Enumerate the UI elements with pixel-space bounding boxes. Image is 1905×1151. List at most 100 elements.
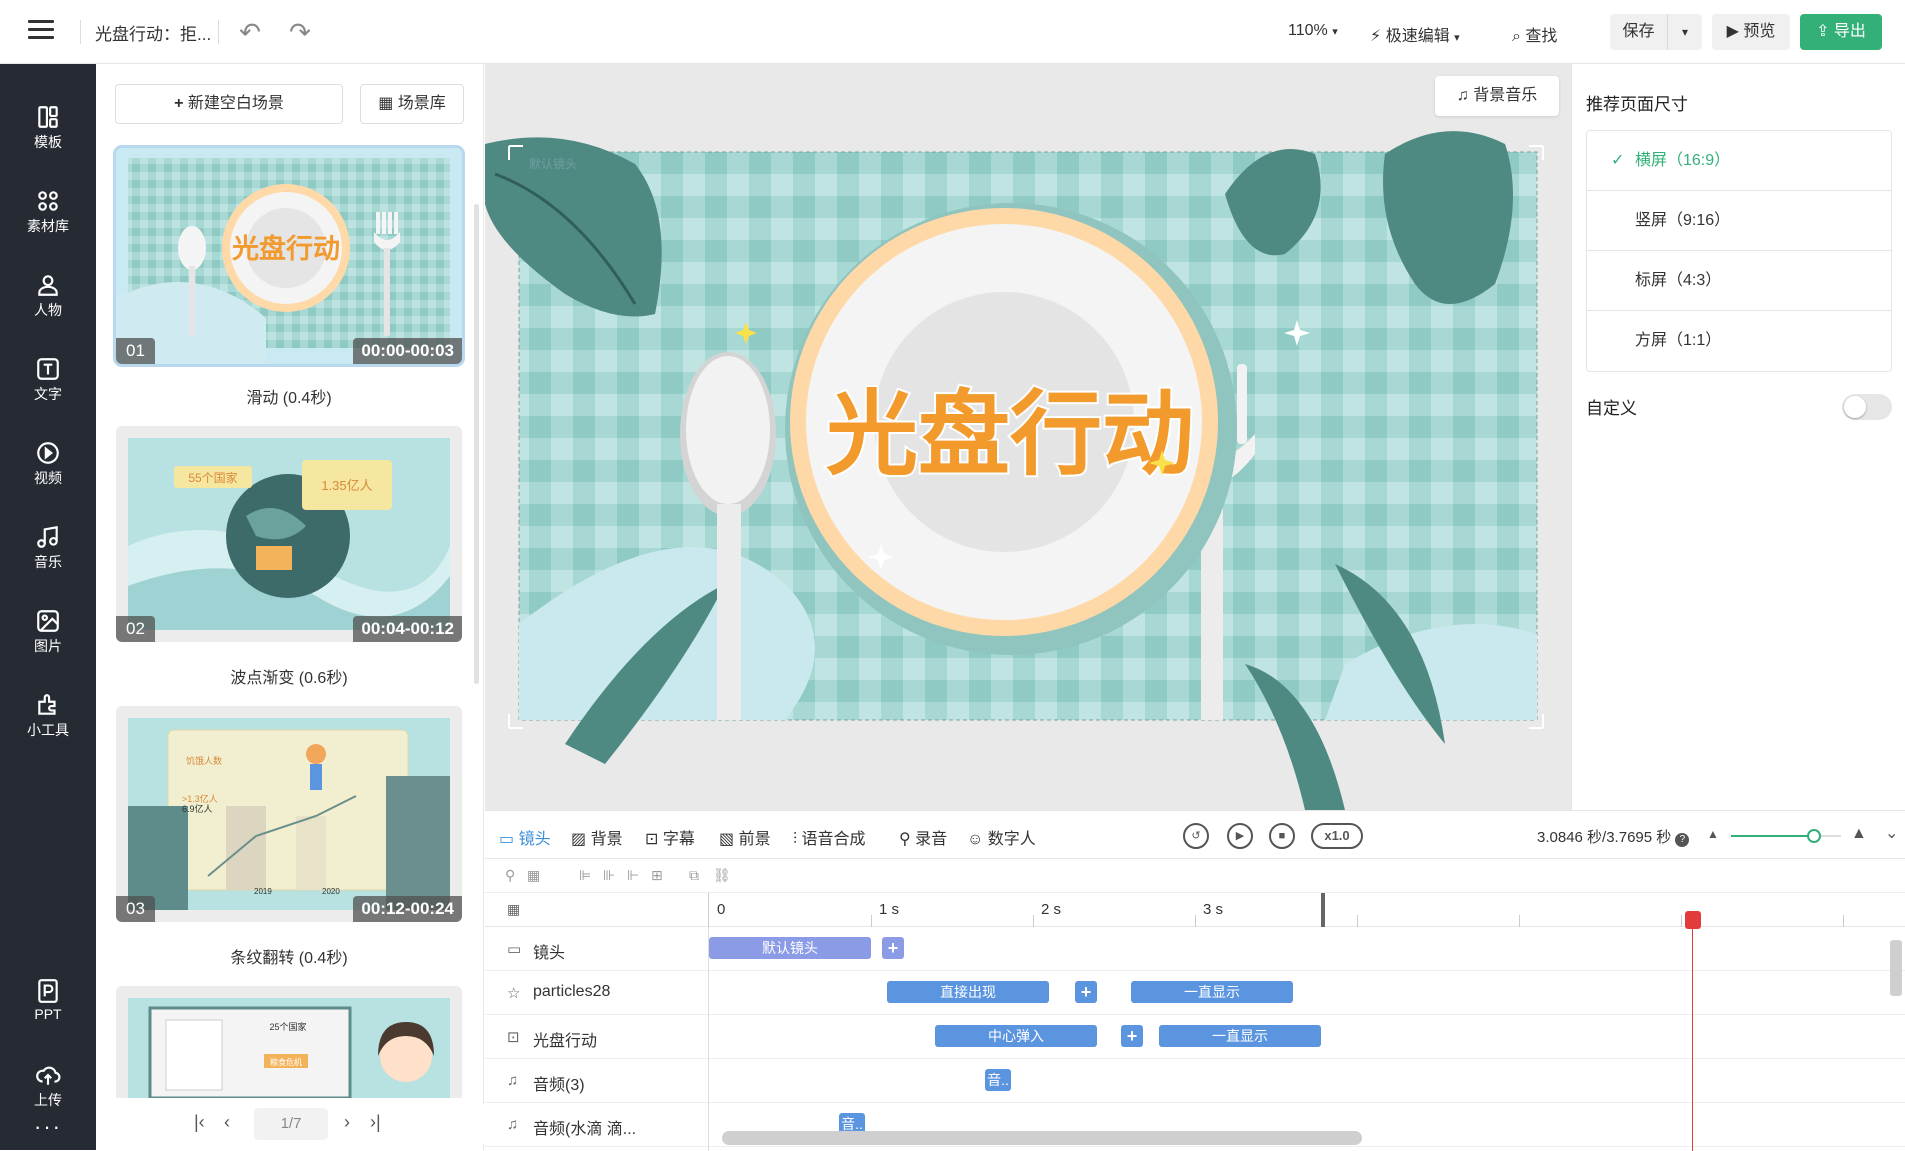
zoom-out-icon[interactable]: ▲	[1707, 827, 1719, 841]
scene-thumb-1[interactable]: 光盘行动 01 00:00-00:03	[113, 145, 465, 367]
timeline-zoom-slider[interactable]	[1731, 829, 1841, 843]
top-bar: 光盘行动：拒... ↶ ↷ 110% ▾ ⚡ 极速编辑 ▾ ⌕ 查找 保存 ▾ …	[0, 0, 1905, 64]
fast-edit-dropdown[interactable]: ⚡ 极速编辑 ▾	[1370, 22, 1460, 46]
custom-size-toggle[interactable]	[1842, 394, 1892, 420]
zoom-in-icon[interactable]: ▲	[1851, 825, 1867, 843]
toggle-knob	[1844, 396, 1866, 418]
add-animation-button[interactable]: +	[1121, 1025, 1143, 1047]
scene-thumb-4[interactable]: 25个国家 粮食危机	[116, 986, 462, 1098]
save-button[interactable]: 保存	[1610, 14, 1668, 50]
playhead[interactable]	[1692, 927, 1693, 1151]
nav-item-video[interactable]: 视频	[0, 432, 96, 502]
preview-button[interactable]: ▶ 预览	[1712, 14, 1790, 50]
tab-label: 语音合成	[801, 831, 866, 848]
grid-icon: ▦	[378, 95, 394, 112]
document-title[interactable]: 光盘行动：拒...	[95, 20, 211, 45]
speed-button[interactable]: x1.0	[1311, 823, 1363, 849]
tab-camera[interactable]: ▭ 镜头	[499, 825, 551, 849]
replay-icon[interactable]: ↺	[1183, 823, 1209, 849]
first-page-icon[interactable]: |‹	[194, 1112, 205, 1133]
save-dropdown-button[interactable]: ▾	[1668, 14, 1702, 50]
prev-page-icon[interactable]: ‹	[224, 1112, 230, 1133]
tab-subtitle[interactable]: ⊡ 字幕	[645, 825, 695, 849]
collapse-icon[interactable]: ⌄	[1885, 823, 1898, 843]
size-option-16-9[interactable]: ✓ 横屏（16:9）	[1587, 131, 1891, 191]
distribute-icon[interactable]: ⊞	[651, 867, 669, 883]
zoom-select[interactable]: 110% ▾	[1288, 22, 1338, 40]
stage-title[interactable]: 光盘行动	[824, 379, 1196, 490]
playhead-handle[interactable]	[1685, 911, 1701, 929]
nav-item-music[interactable]: 音乐	[0, 516, 96, 586]
size-option-1-1[interactable]: 方屏（1:1）	[1587, 311, 1891, 371]
nav-label: 视频	[34, 470, 62, 486]
tab-digital-human[interactable]: ☺ 数字人	[967, 825, 1036, 849]
stage-canvas[interactable]: 光盘行动 默认镜头	[485, 64, 1571, 810]
align-center-icon[interactable]: ⊪	[603, 867, 621, 883]
tab-tts[interactable]: ⫶ 语音合成	[793, 825, 865, 849]
play-icon[interactable]: ▶	[1227, 823, 1253, 849]
help-icon[interactable]: ?	[1675, 833, 1690, 847]
find-icon: ⌕	[1512, 28, 1521, 45]
layout-icon[interactable]: ▦	[507, 901, 520, 918]
redo-icon[interactable]: ↷	[286, 18, 314, 46]
export-button[interactable]: ⇪ 导出	[1800, 14, 1882, 50]
clip-particles-stay[interactable]: 一直显示	[1131, 981, 1293, 1003]
add-camera-button[interactable]: +	[882, 937, 904, 959]
nav-item-image[interactable]: 图片	[0, 600, 96, 670]
align-right-icon[interactable]: ⊩	[627, 867, 645, 883]
new-blank-scene-button[interactable]: + 新建空白场景	[115, 84, 343, 124]
material-icon	[38, 191, 58, 211]
add-animation-button[interactable]: +	[1075, 981, 1097, 1003]
scene-library-button[interactable]: ▦ 场景库	[360, 84, 464, 124]
clip-text-stay[interactable]: 一直显示	[1159, 1025, 1321, 1047]
clip-particles-enter[interactable]: 直接出现	[887, 981, 1049, 1003]
undo-icon[interactable]: ↶	[236, 18, 264, 46]
scene-transition-3[interactable]: 条纹翻转 (0.4秒)	[116, 944, 462, 968]
nav-item-ppt[interactable]: PPT	[0, 970, 96, 1040]
ruler-tick	[708, 893, 709, 927]
nav-item-person[interactable]: 人物	[0, 264, 96, 334]
menu-icon[interactable]	[28, 20, 54, 42]
filter-icon[interactable]: ⚲	[505, 867, 523, 883]
group-icon[interactable]: ▦	[527, 867, 545, 883]
microphone-icon: ⚲	[899, 831, 911, 848]
slider-knob[interactable]	[1806, 829, 1821, 843]
nav-label: 模板	[34, 134, 62, 150]
find-button[interactable]: ⌕ 查找	[1512, 22, 1557, 46]
scene-thumb-2[interactable]: 55个国家 1.35亿人 02 00:04-00:12	[116, 426, 462, 642]
play-icon: ▶	[1726, 23, 1739, 40]
nav-item-text[interactable]: 文字	[0, 348, 96, 418]
clip-camera-default[interactable]: 默认镜头	[709, 937, 871, 959]
more-icon[interactable]: ···	[0, 1114, 96, 1140]
timeline-vertical-scrollbar[interactable]	[1890, 940, 1902, 996]
nav-item-tools[interactable]: 小工具	[0, 684, 96, 754]
tab-background[interactable]: ▨ 背景	[571, 825, 623, 849]
last-page-icon[interactable]: ›|	[370, 1112, 381, 1133]
link-icon[interactable]: ⛓	[713, 867, 731, 883]
size-option-9-16[interactable]: 竖屏（9:16）	[1587, 191, 1891, 251]
size-option-4-3[interactable]: 标屏（4:3）	[1587, 251, 1891, 311]
clip-text-enter[interactable]: 中心弹入	[935, 1025, 1097, 1047]
scene-thumb-3[interactable]: 饥饿人数 >1.3亿人 6.9亿人 2019 2020 03 00:12-00:…	[116, 706, 462, 922]
fast-edit-label: 极速编辑	[1385, 28, 1450, 45]
bg-music-button[interactable]: ♫ 背景音乐	[1435, 76, 1559, 116]
nav-label: 音乐	[34, 554, 62, 570]
clip-audio-3[interactable]: 音..	[985, 1069, 1011, 1091]
page-indicator[interactable]: 1/7	[254, 1108, 328, 1140]
scene-transition-2[interactable]: 波点渐变 (0.6秒)	[116, 664, 462, 688]
scene-transition-1[interactable]: 滑动 (0.4秒)	[116, 384, 462, 408]
background-icon: ▨	[571, 831, 587, 848]
particles-icon: ☆	[507, 985, 521, 1002]
align-left-icon[interactable]: ⊫	[579, 867, 597, 883]
nav-item-material[interactable]: 素材库	[0, 180, 96, 250]
next-page-icon[interactable]: ›	[344, 1112, 350, 1133]
size-label: 横屏（16:9）	[1635, 152, 1731, 169]
nav-item-template[interactable]: 模板	[0, 96, 96, 166]
copy-icon[interactable]: ⧉	[689, 867, 707, 883]
scene-3-label1: 饥饿人数	[186, 755, 222, 766]
tab-foreground[interactable]: ▧ 前景	[719, 825, 771, 849]
timeline-horizontal-scrollbar[interactable]	[722, 1131, 1362, 1145]
stop-icon[interactable]: ■	[1269, 823, 1295, 849]
tab-record[interactable]: ⚲ 录音	[899, 825, 947, 849]
scene-list-scrollbar[interactable]	[474, 204, 479, 684]
